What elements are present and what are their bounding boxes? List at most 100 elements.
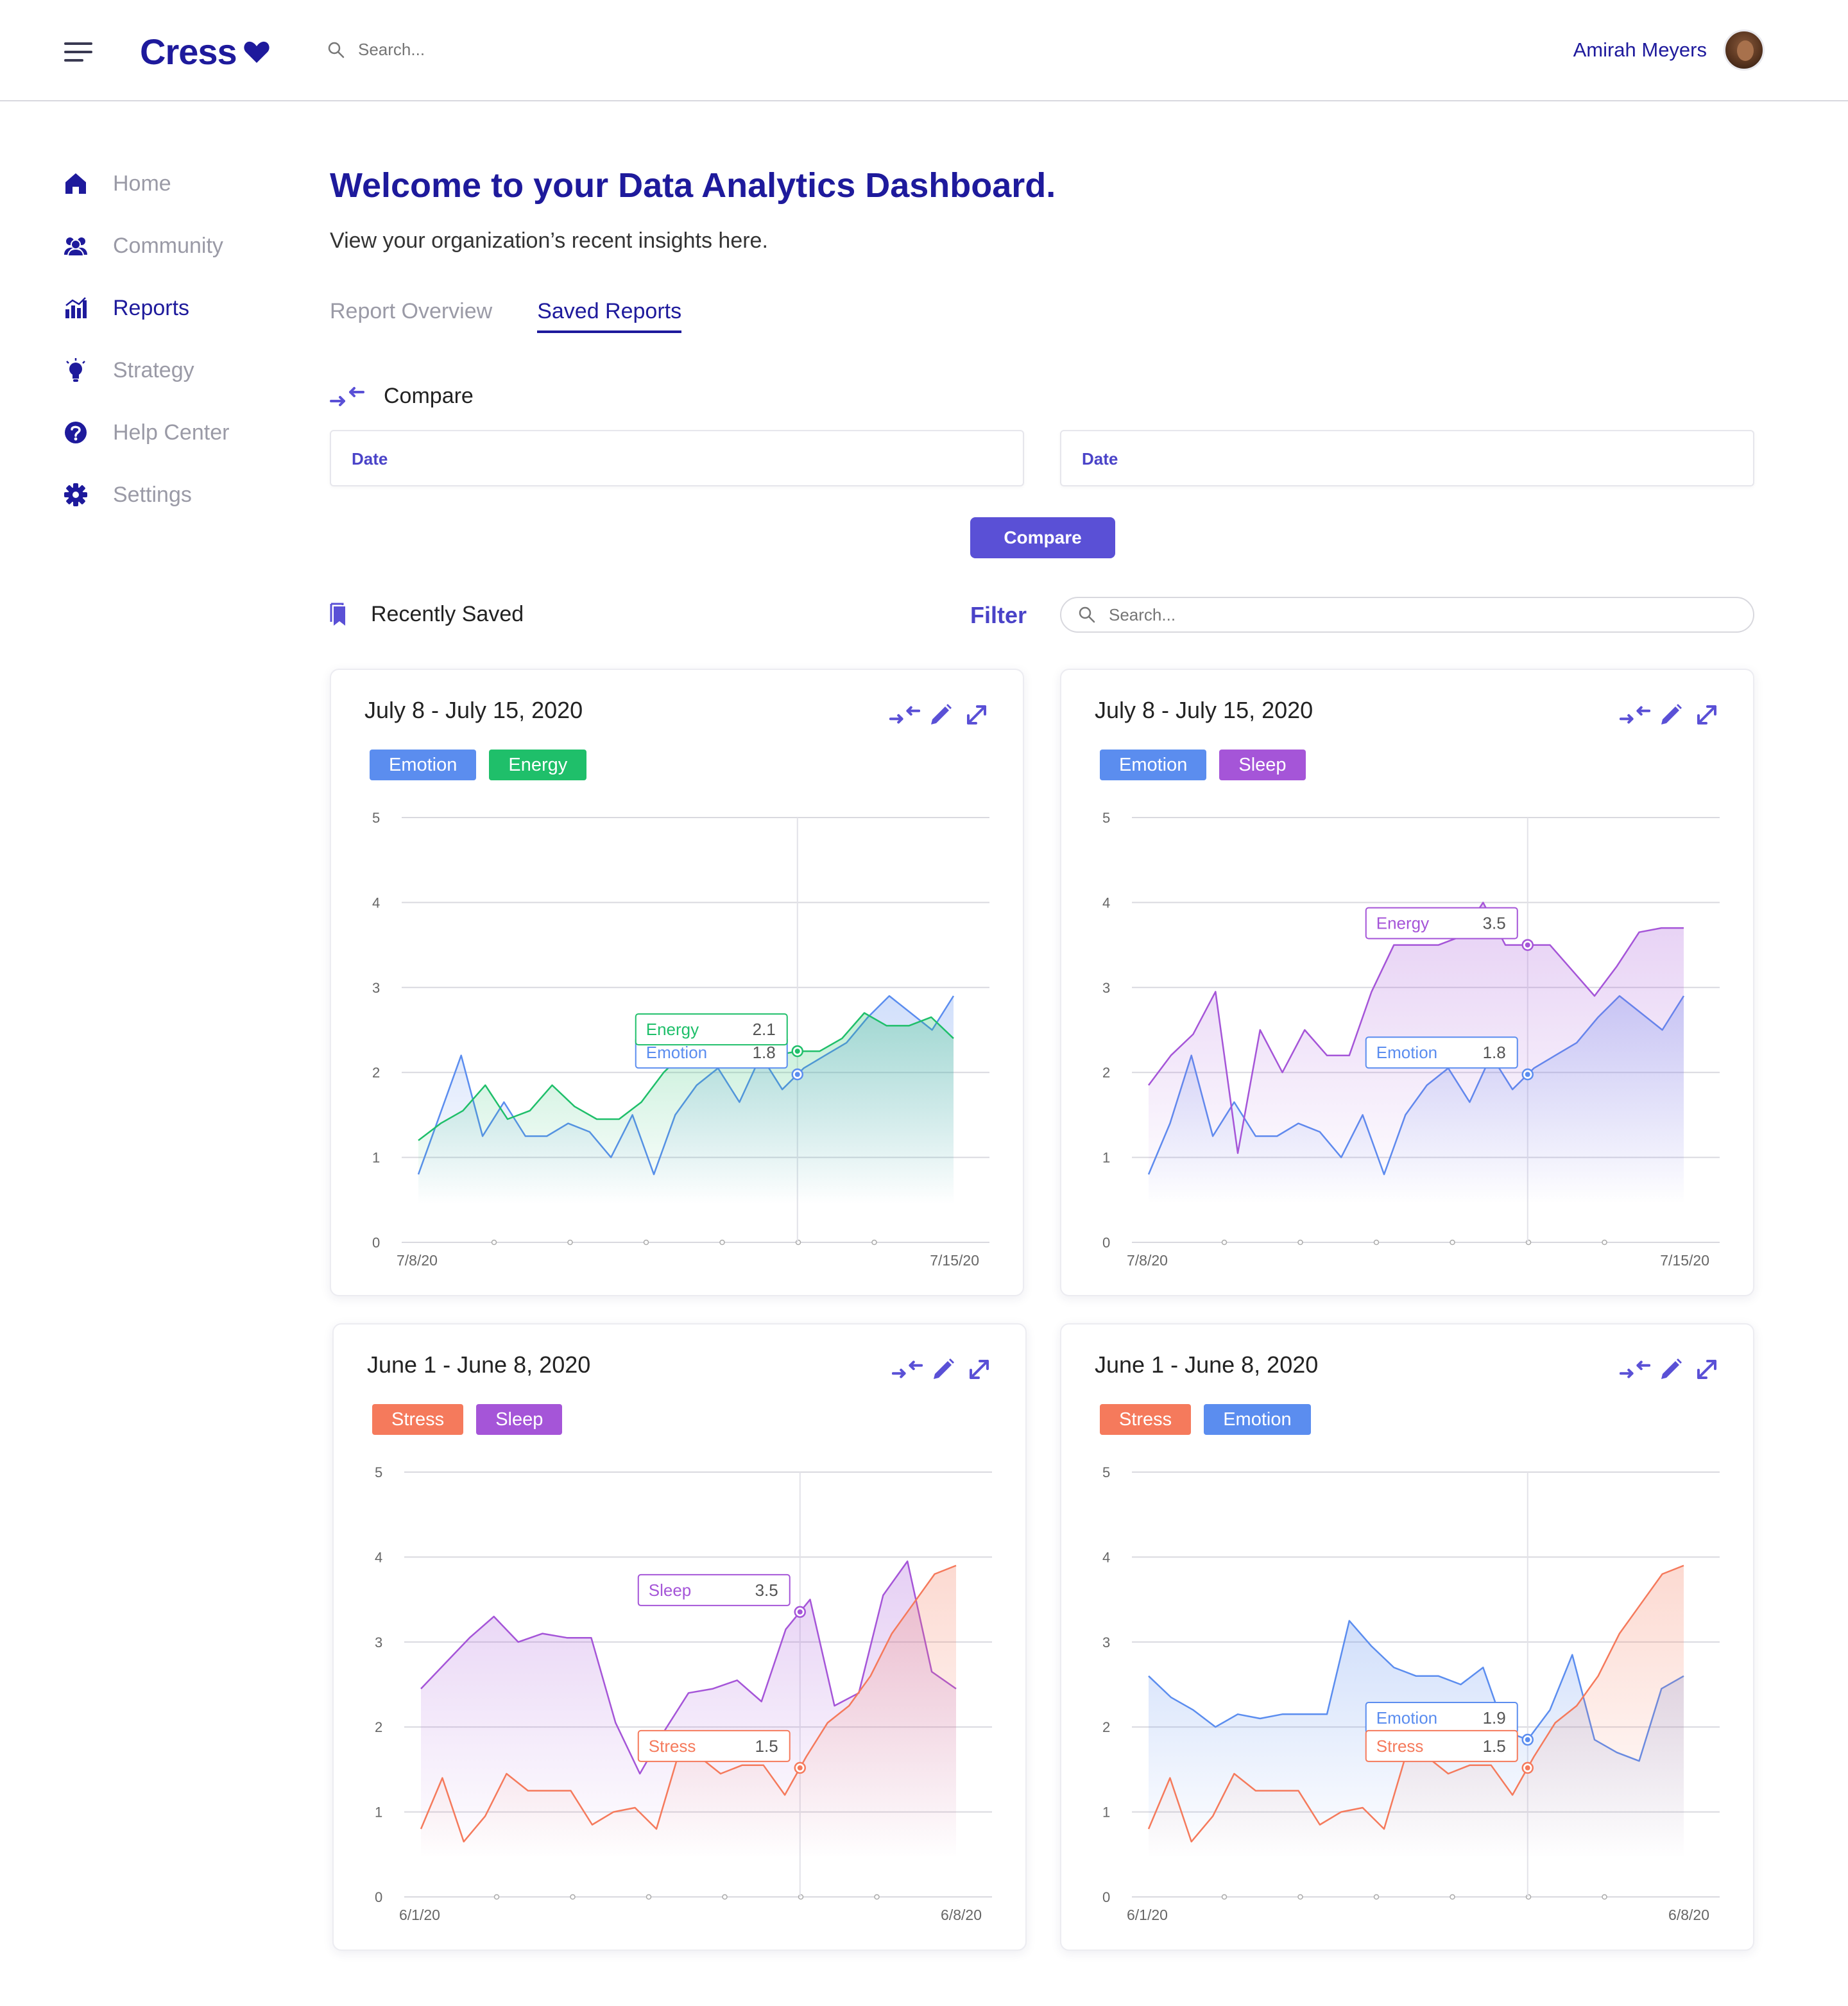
line-chart: 0 1 2 3 4 5 6/1/20 6/8/20 Emotion 1.9 Stress 1.5 (1102, 1464, 1720, 1923)
marker-point-dot (794, 1072, 800, 1077)
lightbulb-icon (66, 358, 85, 382)
x-end-label: 7/15/20 (930, 1252, 979, 1269)
heart-icon (244, 41, 270, 63)
y-tick-label: 1 (1102, 1150, 1110, 1166)
y-tick-label: 2 (372, 1065, 380, 1081)
x-tick-dot (1373, 1894, 1380, 1900)
compare-header: Compare (330, 384, 474, 409)
tooltip-value: 1.9 (1483, 1708, 1506, 1727)
user-menu[interactable]: Amirah Meyers (1573, 30, 1765, 71)
y-tick-label: 4 (1102, 1549, 1110, 1565)
tooltip-label: Emotion (1376, 1708, 1437, 1727)
recently-saved-header: Recently Saved (330, 602, 524, 627)
x-tick-dot (570, 1894, 576, 1900)
marker-point-dot (797, 1765, 803, 1770)
y-tick-label: 5 (1102, 810, 1110, 826)
x-tick-dot (1221, 1239, 1228, 1246)
x-tick-dot (874, 1894, 880, 1900)
y-tick-label: 1 (375, 1805, 382, 1821)
y-tick-label: 0 (1102, 1235, 1110, 1251)
search-icon (1079, 606, 1095, 623)
tab-saved-reports[interactable]: Saved Reports (537, 299, 682, 333)
y-tick-label: 3 (372, 980, 380, 996)
tooltip-label: Emotion (646, 1043, 707, 1062)
x-tick-dot (1450, 1239, 1455, 1246)
saved-search-input[interactable] (1109, 604, 1686, 625)
logo[interactable]: Cress (140, 31, 270, 73)
tooltip-value: 1.8 (753, 1043, 776, 1062)
y-tick-label: 0 (372, 1235, 380, 1251)
avatar[interactable] (1724, 30, 1765, 71)
marker-point-dot (1525, 1737, 1530, 1743)
report-card[interactable]: July 8 - July 15, 2020 Emotion Energy 01… (330, 669, 1024, 1296)
x-tick-dot (722, 1894, 728, 1900)
sidebar-item-community[interactable]: Community (62, 230, 229, 261)
x-tick-dot (1221, 1894, 1228, 1900)
report-card[interactable]: June 1 - June 8, 2020 Stress Emotion 012… (1060, 1323, 1754, 1951)
help-icon (65, 422, 87, 443)
tooltip-label: Stress (1376, 1736, 1424, 1756)
y-tick-label: 1 (372, 1150, 380, 1166)
sidebar-item-help-center[interactable]: Help Center (62, 417, 229, 448)
tooltip-label: Stress (649, 1736, 696, 1756)
compare-heading: Compare (384, 384, 474, 408)
tooltip-value: 3.5 (1483, 914, 1506, 933)
tooltip-value: 1.5 (755, 1736, 778, 1756)
y-tick-label: 2 (1102, 1065, 1110, 1081)
y-tick-label: 2 (375, 1719, 382, 1735)
top-search-input[interactable] (358, 40, 615, 60)
sidebar-item-strategy[interactable]: Strategy (62, 355, 229, 386)
x-tick-dot (1373, 1239, 1380, 1246)
y-tick-label: 4 (375, 1549, 382, 1565)
marker-point-dot (1525, 942, 1530, 948)
date-field-label: Date (1082, 449, 1118, 468)
x-end-label: 6/8/20 (1668, 1907, 1709, 1923)
page-subtitle: View your organization’s recent insights… (330, 228, 768, 253)
y-tick-label: 5 (1102, 1464, 1110, 1480)
line-chart: 0 1 2 3 4 5 7/8/20 7/15/20 Emotion 1.8 Energy 3.5 (1102, 810, 1720, 1269)
x-tick-dot (1525, 1239, 1532, 1246)
bookmark-icon (330, 603, 345, 626)
x-tick-dot (795, 1239, 801, 1246)
tab-report-overview[interactable]: Report Overview (330, 299, 492, 333)
marker-point-dot (1525, 1765, 1530, 1770)
y-tick-label: 1 (1102, 1805, 1110, 1821)
y-tick-label: 4 (1102, 895, 1110, 911)
y-tick-label: 3 (1102, 980, 1110, 996)
tooltip-label: Emotion (1376, 1043, 1437, 1062)
y-tick-label: 3 (375, 1634, 382, 1650)
y-tick-label: 0 (375, 1889, 382, 1905)
filter-button[interactable]: Filter (970, 602, 1027, 629)
x-end-label: 6/8/20 (941, 1907, 982, 1923)
gear-icon (64, 483, 87, 506)
tooltip-value: 1.5 (1483, 1736, 1506, 1756)
y-tick-label: 0 (1102, 1889, 1110, 1905)
menu-icon[interactable] (64, 42, 92, 62)
top-search[interactable] (327, 40, 615, 60)
sidebar-item-reports[interactable]: Reports (62, 293, 229, 323)
sidebar-item-label: Strategy (113, 357, 194, 382)
sidebar-item-label: Settings (113, 482, 192, 507)
x-tick-dot (719, 1239, 725, 1246)
date-field-2[interactable]: Date (1060, 430, 1754, 486)
x-tick-dot (567, 1239, 573, 1246)
sidebar-item-label: Help Center (113, 420, 230, 445)
date-field-1[interactable]: Date (330, 430, 1024, 486)
tooltip-label: Energy (1376, 914, 1429, 933)
sidebar-item-settings[interactable]: Settings (62, 479, 229, 510)
x-tick-dot (1525, 1894, 1532, 1900)
compare-button[interactable]: Compare (970, 517, 1115, 558)
tooltip-value: 1.8 (1483, 1043, 1506, 1062)
report-card[interactable]: June 1 - June 8, 2020 Stress Sleep 01234… (332, 1323, 1027, 1951)
report-card[interactable]: July 8 - July 15, 2020 Emotion Sleep 012… (1060, 669, 1754, 1296)
x-end-label: 7/15/20 (1660, 1252, 1709, 1269)
sidebar-item-home[interactable]: Home (62, 168, 229, 199)
sidebar-item-label: Community (113, 233, 223, 258)
x-tick-dot (491, 1239, 497, 1246)
community-icon (64, 237, 87, 257)
tab-bar: Report Overview Saved Reports (330, 299, 726, 333)
saved-search[interactable] (1060, 597, 1754, 633)
home-icon (65, 173, 86, 194)
y-tick-label: 3 (1102, 1634, 1110, 1650)
tooltip-label: Energy (646, 1020, 699, 1039)
